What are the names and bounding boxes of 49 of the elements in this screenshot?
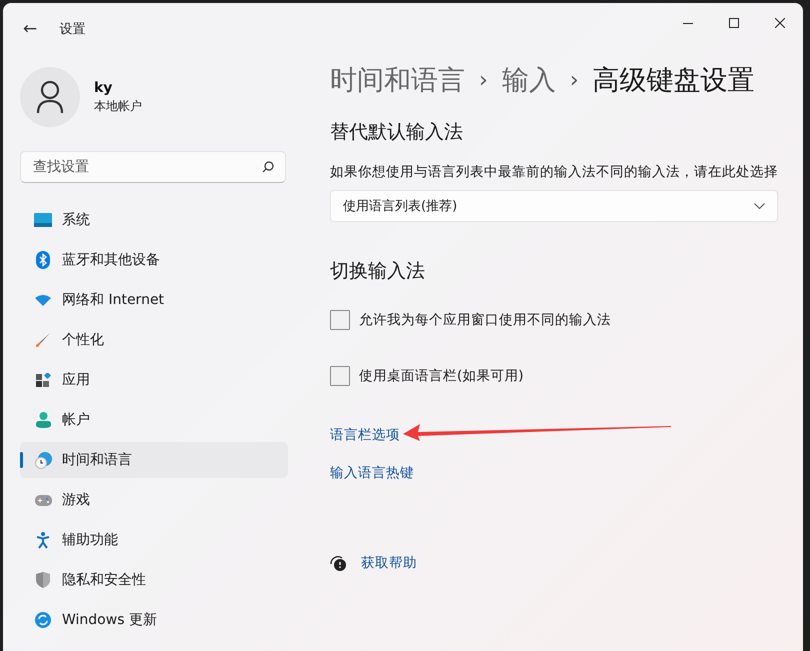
section-title: 替代默认输入法 bbox=[330, 120, 464, 145]
breadcrumb-separator: › bbox=[479, 68, 488, 92]
close-icon[interactable] bbox=[775, 18, 785, 28]
maximize-icon[interactable] bbox=[729, 18, 739, 28]
paintbrush-icon bbox=[35, 332, 51, 348]
account-type: 本地帐户 bbox=[94, 98, 142, 114]
sidebar-item[interactable]: 隐私和安全性 bbox=[20, 562, 288, 598]
sidebar-item[interactable]: 网络和 Internet bbox=[20, 282, 288, 318]
checkbox-label: 使用桌面语言栏(如果可用) bbox=[359, 367, 524, 385]
breadcrumb-separator: › bbox=[570, 68, 579, 92]
minimize-icon[interactable] bbox=[683, 22, 693, 24]
section-title: 切换输入法 bbox=[330, 259, 426, 284]
section-description: 如果你想使用与语言列表中最靠前的输入法不同的输入法，请在此处选择 bbox=[330, 163, 779, 181]
sidebar-item[interactable]: 系统 bbox=[20, 202, 288, 238]
sidebar-item[interactable]: 蓝牙和其他设备 bbox=[20, 242, 288, 278]
update-icon bbox=[35, 612, 51, 628]
chevron-down-icon bbox=[754, 203, 765, 209]
checkbox-label: 允许我为每个应用窗口使用不同的输入法 bbox=[359, 311, 611, 329]
back-button[interactable]: ← bbox=[23, 19, 38, 39]
sidebar-item[interactable]: 时间和语言 bbox=[20, 442, 288, 478]
breadcrumb-item: 高级键盘设置 bbox=[592, 64, 755, 98]
sidebar-item[interactable]: 应用 bbox=[20, 362, 288, 398]
search-field[interactable]: 查找设置 bbox=[20, 151, 286, 183]
search-icon bbox=[262, 161, 274, 173]
apps-icon bbox=[36, 372, 50, 388]
shield-icon bbox=[36, 572, 50, 588]
window-title: 设置 bbox=[59, 21, 86, 38]
breadcrumb-item[interactable]: 输入 bbox=[502, 62, 556, 98]
help-link[interactable]: 获取帮助 bbox=[361, 554, 417, 572]
settings-link[interactable]: 输入语言热键 bbox=[330, 464, 414, 482]
sidebar-item[interactable]: 辅助功能 bbox=[20, 522, 288, 558]
help-icon bbox=[330, 554, 347, 572]
sidebar-item[interactable]: Windows 更新 bbox=[20, 602, 288, 638]
checkbox[interactable] bbox=[330, 310, 350, 330]
sidebar-item[interactable]: 个性化 bbox=[20, 322, 288, 358]
checkbox[interactable] bbox=[330, 366, 350, 386]
bluetooth-icon bbox=[36, 251, 50, 269]
globe-clock-icon bbox=[34, 452, 52, 468]
monitor-icon bbox=[34, 213, 52, 227]
input-method-dropdown[interactable]: 使用语言列表(推荐) bbox=[330, 190, 778, 222]
account-name: ky bbox=[94, 80, 114, 96]
sidebar-item[interactable]: 游戏 bbox=[20, 482, 288, 518]
wifi-icon bbox=[35, 294, 51, 306]
gamepad-icon bbox=[34, 494, 52, 506]
sidebar-item[interactable]: 帐户 bbox=[20, 402, 288, 438]
settings-link[interactable]: 语言栏选项 bbox=[330, 426, 400, 444]
person-icon bbox=[36, 412, 50, 428]
accessibility-icon bbox=[36, 532, 50, 548]
breadcrumb-item[interactable]: 时间和语言 bbox=[330, 62, 465, 98]
